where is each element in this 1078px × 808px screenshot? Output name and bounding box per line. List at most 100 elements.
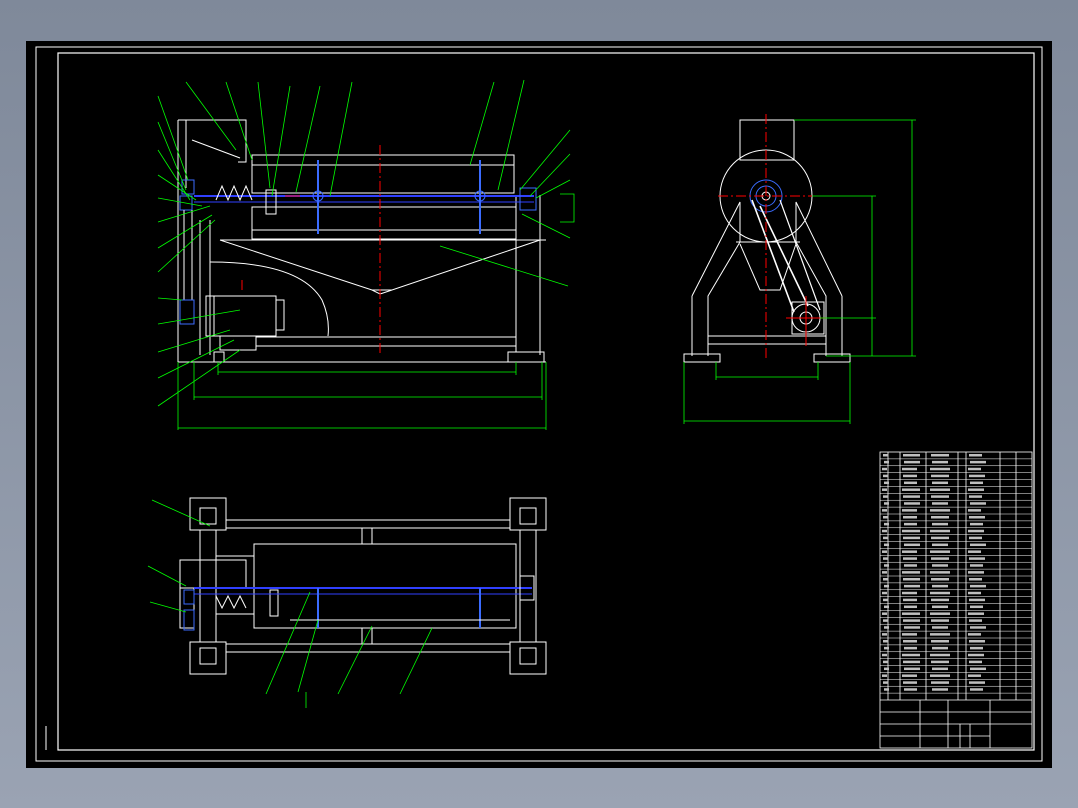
parts-list-text-mark — [883, 536, 888, 540]
parts-list-text-mark — [883, 516, 888, 519]
parts-list-text-mark — [903, 660, 920, 664]
parts-list-text-mark — [968, 633, 981, 636]
parts-list-text-mark — [903, 454, 920, 457]
parts-list-text-mark — [931, 516, 949, 519]
parts-list-text-mark — [884, 502, 889, 505]
parts-list-text-mark — [970, 646, 983, 650]
parts-list-text-mark — [970, 564, 983, 567]
parts-list-text-mark — [970, 688, 983, 691]
parts-list-text-mark — [931, 660, 949, 664]
parts-list-text-mark — [931, 536, 949, 540]
parts-list-rows — [880, 458, 1032, 694]
parts-list-text-mark — [882, 591, 887, 595]
drawing-sheet[interactable] — [26, 41, 1052, 768]
parts-list-text-mark — [969, 640, 985, 643]
parts-list-text-mark — [883, 578, 888, 581]
parts-list-text-mark — [882, 674, 887, 677]
parts-list-text-mark — [902, 612, 920, 615]
parts-list-text-mark — [884, 460, 889, 464]
parts-list-text-mark — [968, 591, 981, 595]
parts-list-marks — [882, 454, 986, 691]
parts-list-text-mark — [883, 660, 888, 664]
parts-list-text-mark — [930, 529, 950, 533]
parts-list-text-mark — [969, 578, 982, 581]
parts-list-text-mark — [902, 674, 917, 677]
parts-list-text-mark — [884, 667, 889, 671]
parts-list-text-mark — [970, 605, 983, 609]
parts-list-text-mark — [903, 640, 917, 643]
parts-list-text-mark — [883, 640, 888, 643]
parts-list-text-mark — [931, 474, 949, 478]
parts-list-text-mark — [931, 495, 949, 498]
parts-list-text-mark — [932, 502, 948, 505]
parts-list-text-mark — [902, 467, 917, 471]
parts-list-text-mark — [904, 460, 920, 464]
parts-list-text-mark — [932, 543, 948, 547]
parts-list-text-mark — [932, 522, 948, 526]
parts-list-text-mark — [884, 481, 889, 485]
parts-list-text-mark — [884, 626, 889, 629]
parts-list-text-mark — [930, 612, 950, 615]
parts-list-text-mark — [882, 633, 887, 636]
parts-list-text-mark — [968, 488, 984, 491]
parts-list-text-mark — [904, 667, 920, 671]
parts-list-text-mark — [932, 481, 948, 485]
front-view — [177, 119, 546, 363]
parts-list-text-mark — [968, 653, 984, 657]
parts-list-text-mark — [969, 660, 982, 664]
parts-list-text-mark — [884, 564, 889, 567]
parts-list-text-mark — [970, 522, 983, 526]
parts-list-text-mark — [932, 460, 948, 464]
parts-list-text-mark — [882, 529, 887, 533]
cad-drawing — [35, 46, 1043, 762]
parts-list-text-mark — [968, 550, 981, 553]
parts-list-text-mark — [902, 509, 917, 512]
parts-list-text-mark — [932, 626, 948, 629]
parts-list-text-mark — [904, 543, 920, 547]
parts-list-text-mark — [904, 626, 920, 629]
parts-list-text-mark — [883, 495, 888, 498]
parts-list-text-mark — [970, 667, 986, 671]
parts-list-text-mark — [902, 529, 920, 533]
parts-list-text-mark — [931, 578, 949, 581]
parts-list-text-mark — [902, 488, 920, 491]
parts-list-text-mark — [931, 640, 949, 643]
parts-list-text-mark — [884, 646, 889, 650]
top-view — [179, 497, 547, 675]
parts-list-text-mark — [883, 454, 888, 457]
parts-list-text-mark — [930, 467, 950, 471]
parts-list-text-mark — [968, 509, 981, 512]
parts-list-text-mark — [882, 550, 887, 553]
parts-list-text-mark — [932, 564, 948, 567]
cad-viewport — [0, 0, 1078, 808]
parts-list-text-mark — [883, 619, 888, 622]
parts-list-text-mark — [968, 529, 984, 533]
parts-list-text-mark — [903, 536, 920, 540]
parts-list-text-mark — [883, 681, 888, 684]
parts-list-text-mark — [930, 550, 950, 553]
side-view — [683, 114, 851, 363]
parts-list-text-mark — [970, 543, 986, 547]
parts-list-text-mark — [931, 619, 949, 622]
parts-list-text-mark — [930, 674, 950, 677]
parts-list-text-mark — [932, 688, 948, 691]
parts-list-text-mark — [930, 653, 950, 657]
parts-list-text-mark — [884, 584, 889, 588]
parts-list-text-mark — [902, 653, 920, 657]
parts-list-text-mark — [969, 495, 982, 498]
parts-list-text-mark — [902, 550, 917, 553]
parts-list-text-mark — [969, 454, 982, 457]
parts-list-text-mark — [904, 605, 917, 609]
parts-list-text-mark — [903, 557, 917, 560]
parts-list-text-mark — [932, 605, 948, 609]
parts-list-text-mark — [968, 674, 981, 677]
parts-list-text-mark — [969, 619, 982, 622]
parts-list-text-mark — [902, 633, 917, 636]
parts-list-text-mark — [904, 481, 917, 485]
parts-list-text-mark — [930, 571, 950, 574]
parts-list-text-mark — [930, 509, 950, 512]
parts-list-text-mark — [903, 681, 917, 684]
parts-list-text-mark — [883, 474, 888, 478]
parts-list-text-mark — [883, 598, 888, 602]
parts-list-text-mark — [970, 460, 986, 464]
